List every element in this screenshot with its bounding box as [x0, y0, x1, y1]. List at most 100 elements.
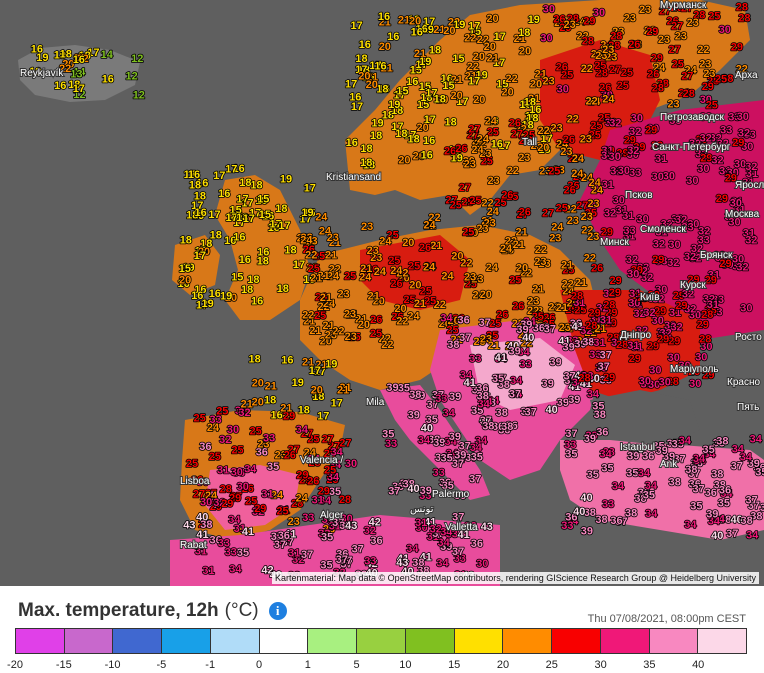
temperature-label: 21: [575, 277, 587, 289]
temperature-label: 26: [519, 206, 531, 218]
temperature-label: 25: [548, 165, 560, 177]
temperature-label: 18: [445, 116, 457, 128]
temperature-label: 17: [304, 183, 316, 195]
temperature-label: 38: [741, 515, 753, 527]
temperature-label: 30: [652, 171, 664, 183]
temperature-label: 29: [675, 300, 687, 312]
temperature-label: 21: [265, 381, 277, 393]
temperature-label: 23: [488, 175, 500, 187]
temperature-label: 35: [626, 467, 638, 479]
temperature-label: 29: [697, 319, 709, 331]
temperature-label: 19: [325, 358, 337, 370]
temperature-label: 30: [200, 497, 212, 509]
temperature-label: 34: [406, 543, 419, 555]
temperature-label: 24: [471, 144, 484, 156]
temperature-label: 32: [609, 117, 621, 129]
legend-tick-label: 40: [692, 659, 704, 671]
temperature-label: 33: [433, 467, 445, 479]
temperature-label: 24: [441, 270, 454, 282]
temperature-label: 23: [344, 309, 356, 321]
temperature-label: 37: [525, 406, 537, 418]
temperature-label: 29: [731, 41, 743, 53]
temperature-label: 21: [414, 298, 426, 310]
temperature-label: 29: [583, 16, 595, 28]
map-attribution[interactable]: Kartenmaterial: Map data © OpenStreetMap…: [272, 572, 759, 584]
temperature-label: 15: [442, 80, 454, 92]
temperature-label: 31: [655, 153, 667, 165]
temperature-label: 33: [629, 167, 641, 179]
info-icon[interactable]: i: [269, 602, 287, 620]
temperature-label: 22: [586, 96, 598, 108]
temperature-label: 12: [133, 90, 145, 102]
temperature-label: 30: [719, 24, 731, 36]
map-canvas[interactable]: 1714121619141812121319231820122218191616…: [0, 0, 764, 586]
temperature-label: 16: [31, 43, 43, 55]
temperature-label: 18: [434, 93, 446, 105]
temperature-label: 38: [595, 514, 607, 526]
temperature-label: 37: [479, 317, 491, 329]
temperature-label: 24: [390, 265, 403, 277]
temperature-label: 37: [352, 543, 364, 555]
temperature-label: 20: [502, 86, 514, 98]
temperature-label: 24: [300, 235, 313, 247]
temperature-label: 32: [629, 126, 641, 138]
temperature-label: 22: [535, 244, 547, 256]
temperature-label: 41: [495, 352, 507, 364]
temperature-label: 20: [409, 15, 421, 27]
temperature-label: 33: [469, 353, 481, 365]
temperature-label: 24: [572, 153, 585, 165]
temperature-label: 15: [179, 263, 191, 275]
temperature-label: 16: [233, 232, 245, 244]
temperature-label: 18: [247, 274, 259, 286]
temperature-label: 26: [599, 82, 611, 94]
temperature-label: 31: [622, 210, 634, 222]
legend-tick-label: 25: [546, 659, 558, 671]
city-label: Мурманск: [660, 0, 707, 11]
city-label: Брянск: [700, 250, 733, 261]
temperature-label: 22: [507, 165, 519, 177]
temperature-label: 20: [179, 275, 191, 287]
temperature-label: 25: [344, 271, 356, 283]
temperature-label: 26: [509, 118, 521, 130]
temperature-label: 39: [584, 433, 596, 445]
temperature-label: 26: [556, 61, 568, 73]
temperature-label: 34: [750, 433, 763, 445]
temperature-label: 22: [506, 73, 518, 85]
temperature-label: 18: [284, 245, 296, 257]
color-scale-ticks: -20-15-10-5-101510152025303540: [0, 659, 764, 673]
temperature-label: 32: [653, 238, 665, 250]
city-label: Rabat: [180, 540, 207, 551]
temperature-label: 39: [568, 394, 580, 406]
temperature-label: 16: [188, 169, 200, 181]
temperature-label: 23: [361, 221, 373, 233]
temperature-label: 26: [455, 143, 467, 155]
temperature-label: 37: [459, 332, 471, 344]
temperature-label: 33: [561, 520, 573, 532]
temperature-label: 17: [236, 193, 248, 205]
city-label: Reykjavík: [20, 68, 64, 79]
temperature-label: 23: [534, 256, 546, 268]
city-label: Palermo: [432, 489, 470, 500]
temperature-label: 14: [101, 49, 114, 61]
forecast-timestamp: Thu 07/08/2021, 08:00pm CEST: [588, 613, 746, 625]
temperature-label: 23: [602, 44, 614, 56]
temperature-label: 24: [296, 493, 309, 505]
temperature-label: 29: [296, 469, 308, 481]
temperature-label: 16: [218, 188, 230, 200]
temperature-label: 32: [738, 128, 750, 140]
temperature-label: 35: [565, 449, 577, 461]
temperature-label: 38: [200, 519, 212, 531]
temperature-label: 25: [450, 199, 462, 211]
temperature-label: 39: [408, 410, 420, 422]
weather-map[interactable]: 1714121619141812121319231820122218191616…: [0, 0, 764, 586]
temperature-label: 24: [379, 235, 392, 247]
temperature-label: 25: [556, 203, 568, 215]
temperature-label: 21: [561, 260, 573, 272]
city-label: Минск: [600, 237, 629, 248]
temperature-label: 24: [589, 177, 602, 189]
temperature-label: 31: [288, 547, 300, 559]
legend-tick-label: -5: [157, 659, 167, 671]
temperature-label: 20: [358, 71, 370, 83]
temperature-label: 43: [396, 557, 408, 569]
temperature-label: 16: [195, 207, 207, 219]
